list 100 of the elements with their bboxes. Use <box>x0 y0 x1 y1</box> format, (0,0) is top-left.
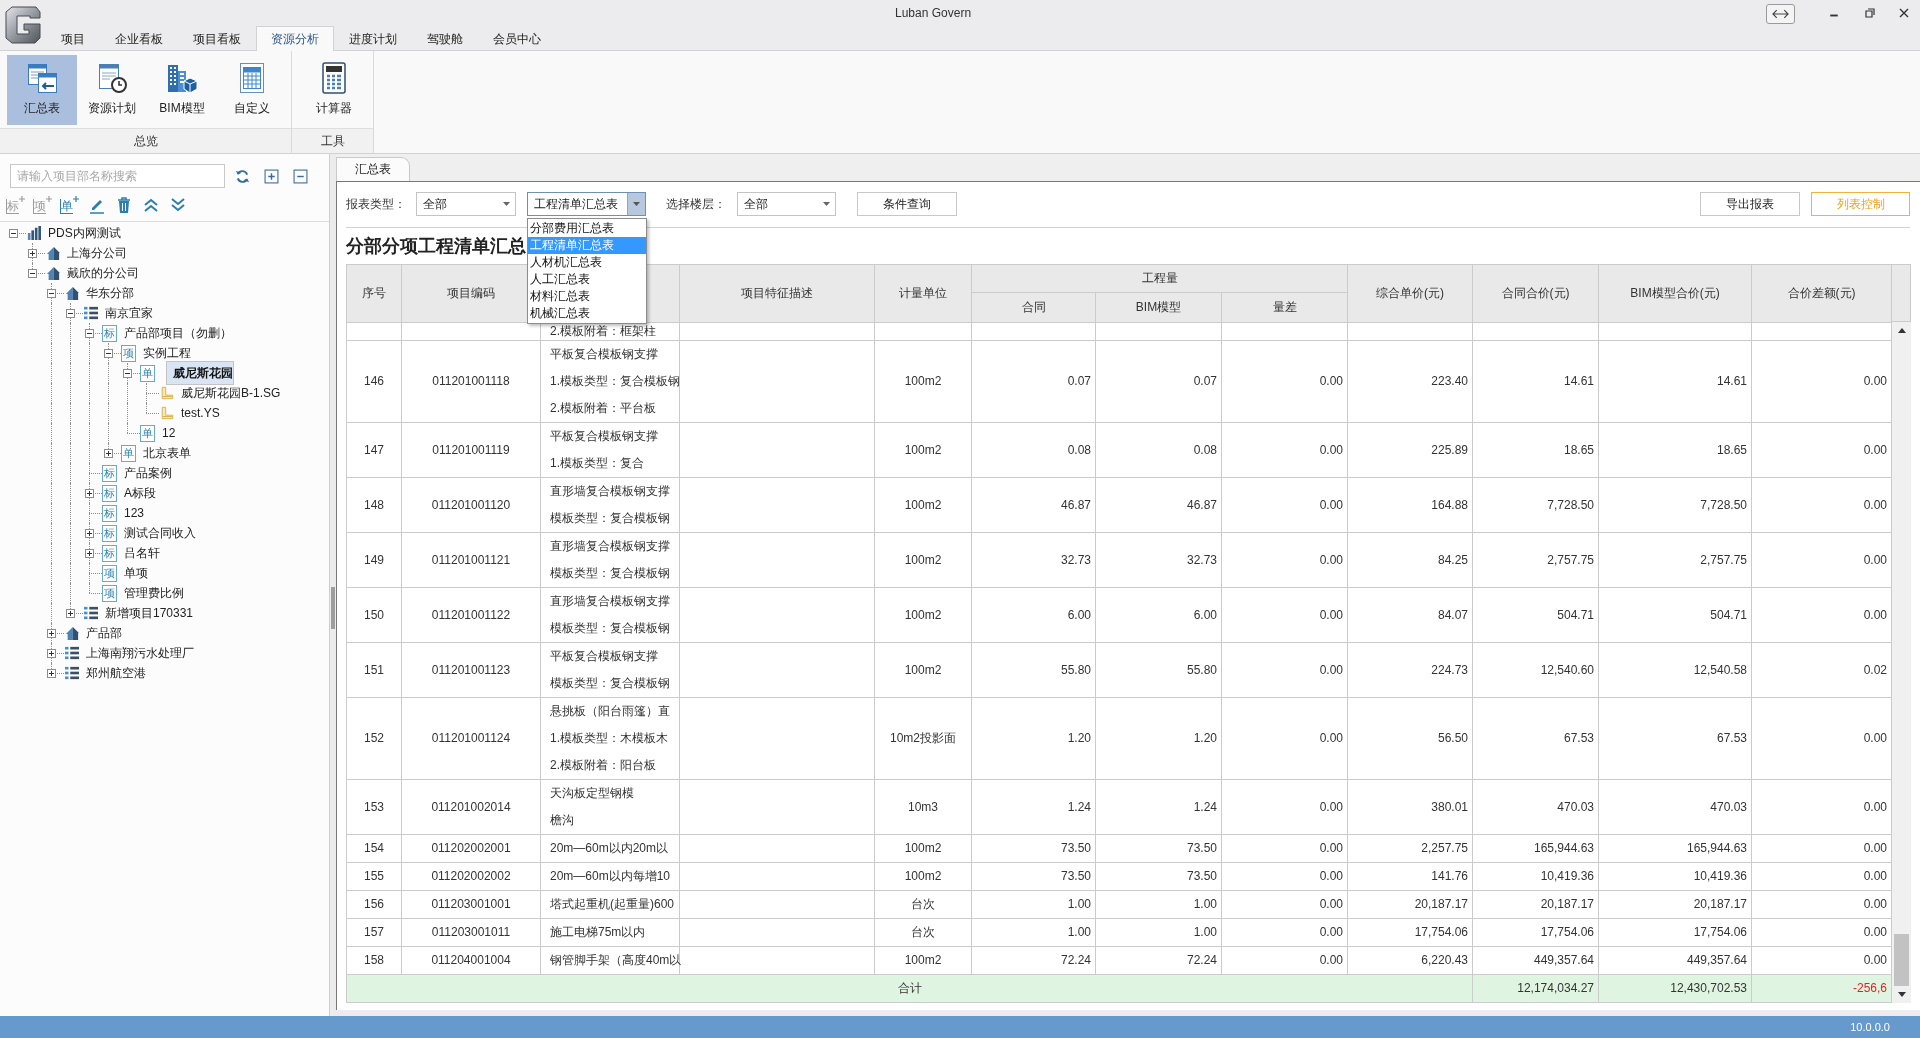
list-icon <box>84 606 98 620</box>
table-cell: 155 <box>346 862 402 891</box>
minus-box-icon[interactable] <box>47 289 56 298</box>
close-icon[interactable] <box>1899 7 1909 18</box>
expand-all-icon[interactable] <box>264 168 279 184</box>
ribbon-tab[interactable]: 项目看板 <box>178 26 256 51</box>
tree-item[interactable]: 南京宜家 <box>102 303 156 323</box>
tree-item[interactable]: 上海南翔污水处理厂 <box>83 643 197 663</box>
search-field[interactable]: 请输入项目部名称搜索 <box>10 164 225 188</box>
plus-box-icon[interactable] <box>85 489 94 498</box>
double-chevron-up-icon[interactable] <box>142 196 160 214</box>
ribbon-tab[interactable]: 资源分析 <box>256 26 334 51</box>
table-cell: 塔式起重机(起重量)600 <box>540 890 680 919</box>
tree-item[interactable]: 12 <box>159 423 179 443</box>
refresh-icon[interactable] <box>235 168 250 184</box>
plus-box-icon[interactable] <box>66 609 75 618</box>
tree-item[interactable]: 吕名轩 <box>121 543 163 563</box>
table-cell: 011204001004 <box>401 946 541 975</box>
double-chevron-down-icon[interactable] <box>169 196 187 214</box>
tree-item[interactable]: 上海分公司 <box>64 243 130 263</box>
ribbon-tab[interactable]: 项目 <box>46 26 100 51</box>
minus-box-icon[interactable] <box>28 269 37 278</box>
dropdown-option[interactable]: 人工汇总表 <box>528 271 646 288</box>
up-arrow-icon[interactable] <box>1897 328 1906 333</box>
dropdown-option[interactable]: 分部费用汇总表 <box>528 220 646 237</box>
plus-box-icon[interactable] <box>85 549 94 558</box>
minus-box-icon[interactable] <box>123 369 132 378</box>
minus-box-icon[interactable] <box>66 309 75 318</box>
table-cell: 157 <box>346 918 402 947</box>
tree-item[interactable]: 威尼斯花园 <box>166 361 234 385</box>
tree-item[interactable]: 产品部 <box>83 623 125 643</box>
column-header: 合价差额(元) <box>1751 264 1892 323</box>
column-header: 项目特征描述 <box>679 264 875 323</box>
ribbon-button[interactable]: 汇总表 <box>7 55 77 125</box>
plus-box-icon[interactable] <box>104 449 113 458</box>
caret-icon <box>633 202 640 206</box>
query-button[interactable]: 条件查询 <box>857 192 957 216</box>
trash-icon[interactable] <box>115 196 133 214</box>
splitter-handle[interactable] <box>331 587 335 629</box>
table-cell: 0.00 <box>1221 862 1348 891</box>
table-cell: 17,754.06 <box>1472 918 1599 947</box>
plus-box-icon[interactable] <box>47 649 56 658</box>
ribbon-button[interactable]: 计算器 <box>299 55 369 125</box>
minus-box-icon[interactable] <box>85 329 94 338</box>
table-cell: 18.65 <box>1598 422 1752 478</box>
ribbon-tab[interactable]: 企业看板 <box>100 26 178 51</box>
table-cell: 153 <box>346 779 402 835</box>
tree-item[interactable]: A标段 <box>121 483 159 503</box>
report-title: 分部分项工程清单汇总 <box>346 235 526 258</box>
floor-select[interactable]: 全部 <box>737 192 836 216</box>
tree-item[interactable]: 123 <box>121 503 148 523</box>
tree-item[interactable]: 新增项目170331 <box>102 603 197 623</box>
table-cell: 1.20 <box>1095 697 1222 780</box>
ribbon-button[interactable]: BIM模型 <box>147 55 217 125</box>
scrollbar[interactable] <box>1892 322 1911 1003</box>
tree-item[interactable]: 郑州航空港 <box>83 663 149 683</box>
plus-box-icon[interactable] <box>28 249 37 258</box>
table-cell: 011201002014 <box>401 779 541 835</box>
tree-item[interactable]: 单项 <box>121 563 151 583</box>
minus-box-icon[interactable] <box>9 229 18 238</box>
report-select[interactable]: 工程清单汇总表 <box>527 192 646 216</box>
table-cell: 0.00 <box>1751 946 1892 975</box>
tree-item[interactable]: 华东分部 <box>83 283 137 303</box>
tree-item[interactable]: PDS内网测试 <box>45 223 124 243</box>
report-type-select[interactable]: 全部 <box>416 192 516 216</box>
tree-item[interactable]: 北京表单 <box>140 443 194 463</box>
tree-item[interactable]: 威尼斯花园B-1.SG <box>178 383 284 403</box>
dropdown-option[interactable]: 机械汇总表 <box>528 305 646 322</box>
table-cell: 0.00 <box>1221 946 1348 975</box>
ribbon-button[interactable]: 自定义 <box>217 55 287 125</box>
add-button[interactable]: 单 <box>60 195 80 215</box>
plus-box-icon[interactable] <box>47 629 56 638</box>
tree-item[interactable]: 戴欣的分公司 <box>64 263 142 283</box>
tree-item[interactable]: 管理费比例 <box>121 583 187 603</box>
table-cell: 2,757.75 <box>1472 532 1599 588</box>
tree-item[interactable]: 测试合同收入 <box>121 523 199 543</box>
dropdown-option[interactable]: 人材机汇总表 <box>528 254 646 271</box>
tree-item[interactable]: 实例工程 <box>140 343 194 363</box>
scrollbar-thumb[interactable] <box>1894 934 1909 986</box>
minus-box-icon[interactable] <box>104 349 113 358</box>
dropdown-option[interactable]: 材料汇总表 <box>528 288 646 305</box>
tree-item[interactable]: 产品部项目（勿删） <box>121 323 235 343</box>
tree-item[interactable]: test.YS <box>178 403 223 423</box>
double-arrow-button[interactable] <box>1766 3 1795 24</box>
document-tab[interactable]: 汇总表 <box>336 157 410 181</box>
ribbon-tab[interactable]: 会员中心 <box>478 26 556 51</box>
collapse-all-icon[interactable] <box>293 168 308 184</box>
table-cell: 0.07 <box>1095 340 1222 423</box>
table-cell: 100m2 <box>874 422 972 478</box>
restore-icon[interactable] <box>1865 7 1875 18</box>
ribbon-button[interactable]: 资源计划 <box>77 55 147 125</box>
plus-box-icon[interactable] <box>47 669 56 678</box>
action-button[interactable]: 导出报表 <box>1700 192 1800 216</box>
tree-item[interactable]: 产品案例 <box>121 463 175 483</box>
plus-box-icon[interactable] <box>85 529 94 538</box>
ribbon-tab[interactable]: 进度计划 <box>334 26 412 51</box>
table-cell: 0.00 <box>1751 340 1892 423</box>
ribbon-tab[interactable]: 驾驶舱 <box>412 26 478 51</box>
documents-arrow-icon <box>26 62 58 94</box>
down-arrow-icon[interactable] <box>1897 992 1906 997</box>
